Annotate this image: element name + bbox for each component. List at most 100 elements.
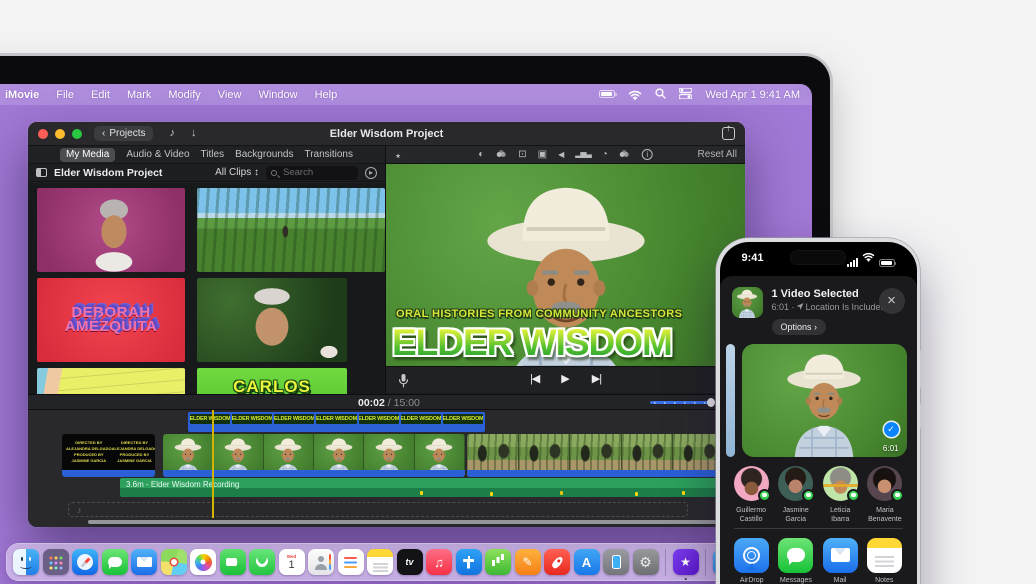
color-correction-icon[interactable]: [495, 150, 507, 159]
dock-safari-icon[interactable]: [72, 549, 98, 575]
clip-thumbnail-title-carlos[interactable]: CARLOS PLASCENCIA: [197, 368, 347, 394]
timeline-horizontal-scrollbar[interactable]: [88, 520, 716, 524]
share-notes[interactable]: Notes: [862, 538, 906, 584]
sidebar-toggle-icon[interactable]: [36, 168, 47, 177]
clip-thumbnail-elder-woman[interactable]: [197, 278, 347, 362]
dock-reminders-icon[interactable]: [338, 549, 364, 575]
dock-rocket-app-icon[interactable]: [544, 549, 570, 575]
share-airdrop[interactable]: AirDrop: [730, 538, 774, 584]
volume-icon[interactable]: [558, 148, 564, 161]
battery-icon[interactable]: [599, 89, 615, 101]
clips-filter-dropdown[interactable]: All Clips: [215, 167, 259, 178]
back-to-projects-button[interactable]: Projects: [94, 126, 153, 141]
dock-finder-icon[interactable]: [13, 549, 39, 575]
zoom-window-button[interactable]: [72, 129, 82, 139]
video-clip-farm[interactable]: [467, 434, 725, 477]
clip-thumbnail-title-deborah[interactable]: DEBORAH AMÉZQUITA: [37, 278, 185, 362]
menu-view[interactable]: View: [218, 89, 242, 101]
app-label: Notes: [875, 577, 893, 584]
dock-notes-icon[interactable]: [367, 549, 393, 575]
stabilization-icon[interactable]: [538, 148, 547, 161]
search-field[interactable]: [266, 166, 358, 180]
dock-messages-icon[interactable]: [102, 549, 128, 575]
dock-calendar-icon[interactable]: Wed1: [279, 549, 305, 575]
tab-backgrounds[interactable]: Backgrounds: [235, 149, 293, 160]
info-icon[interactable]: [642, 149, 653, 160]
share-messages[interactable]: Messages: [774, 538, 818, 584]
clip-thumbnail-woman-portrait[interactable]: [37, 188, 185, 272]
dock-launchpad-icon[interactable]: [43, 549, 69, 575]
dock-music-icon[interactable]: [426, 549, 452, 575]
filmstrip-toggle-icon[interactable]: [365, 167, 377, 179]
menu-modify[interactable]: Modify: [168, 89, 200, 101]
enhance-wand-icon[interactable]: [394, 148, 402, 164]
color-balance-icon[interactable]: [478, 148, 484, 161]
crop-icon[interactable]: [518, 148, 526, 161]
dock-phone-icon[interactable]: [249, 549, 275, 575]
reset-all-button[interactable]: Reset All: [698, 149, 737, 160]
dock-mail-icon[interactable]: [131, 549, 157, 575]
traffic-lights: [38, 129, 82, 139]
dock-pages-icon[interactable]: [515, 549, 541, 575]
marketing-scene: iMovie File Edit Mark Modify View Window…: [0, 0, 1036, 584]
previous-frame-button[interactable]: [530, 372, 539, 385]
dock-maps-icon[interactable]: [161, 549, 187, 575]
menu-file[interactable]: File: [56, 89, 74, 101]
dock-contacts-icon[interactable]: [308, 549, 334, 575]
dock-system-settings-icon[interactable]: [633, 549, 659, 575]
dock-keynote-icon[interactable]: [456, 549, 482, 575]
dock-numbers-icon[interactable]: [485, 549, 511, 575]
dock-facetime-icon[interactable]: [220, 549, 246, 575]
title-clip-elder-wisdom[interactable]: ELDER WISDOM ELDER WISDOM ELDER WISDOM E…: [188, 412, 485, 432]
timeline-zoom-slider[interactable]: [650, 401, 712, 404]
menu-window[interactable]: Window: [258, 89, 297, 101]
share-icon[interactable]: [722, 127, 735, 140]
share-mail[interactable]: Mail: [818, 538, 862, 584]
speed-icon[interactable]: [602, 148, 608, 161]
share-person-jasmine[interactable]: JasmineGarcia: [775, 466, 817, 525]
clip-filter-icon[interactable]: [619, 150, 631, 159]
tab-audio-video[interactable]: Audio & Video: [126, 149, 189, 160]
menu-help[interactable]: Help: [315, 89, 338, 101]
video-clip-elder-man[interactable]: [163, 434, 465, 477]
dock-app-store-icon[interactable]: A: [574, 549, 600, 575]
tab-my-media[interactable]: My Media: [60, 148, 115, 162]
menu-mark[interactable]: Mark: [127, 89, 151, 101]
play-button[interactable]: [561, 372, 569, 385]
clip-thumbnail-farm-field[interactable]: [197, 188, 385, 272]
clip-thumbnail-map[interactable]: UNITED STATES: [37, 368, 185, 394]
options-button[interactable]: Options: [772, 319, 827, 335]
share-person-maria[interactable]: MariaBenavente: [864, 466, 906, 525]
dock-apple-tv-icon[interactable]: tv: [397, 549, 423, 575]
share-person-guillermo[interactable]: GuillermoCastillo: [730, 466, 772, 525]
audio-clip[interactable]: 3.6m - Elder Wisdom Recording: [120, 478, 725, 497]
dock-iphone-mirroring-icon[interactable]: [603, 549, 629, 575]
search-input[interactable]: [281, 166, 351, 179]
dock-photos-icon[interactable]: [190, 549, 216, 575]
close-share-sheet-button[interactable]: [879, 288, 905, 314]
adjacent-photo-sliver[interactable]: [726, 344, 735, 457]
search-icon[interactable]: [655, 88, 666, 102]
media-import-icon[interactable]: [169, 128, 175, 139]
next-frame-button[interactable]: [592, 372, 601, 385]
tab-transitions[interactable]: Transitions: [304, 149, 353, 160]
minimize-window-button[interactable]: [55, 129, 65, 139]
menu-bar-clock[interactable]: Wed Apr 1 9:41 AM: [705, 89, 800, 101]
playhead[interactable]: [212, 410, 214, 518]
menu-imovie[interactable]: iMovie: [5, 89, 39, 101]
video-preview[interactable]: ORAL HISTORIES FROM COMMUNITY ANCESTORS …: [386, 164, 745, 366]
control-center-icon[interactable]: [679, 88, 692, 102]
dock-imovie-icon[interactable]: [673, 549, 699, 575]
background-music-well[interactable]: [68, 502, 688, 517]
window-titlebar: Projects Elder Wisdom Project: [28, 122, 745, 146]
tab-titles[interactable]: Titles: [201, 149, 225, 160]
share-person-leticia[interactable]: LeticiaIbarra: [819, 466, 861, 525]
noise-eq-icon[interactable]: [575, 149, 590, 159]
voiceover-mic-icon[interactable]: [398, 373, 409, 388]
menu-edit[interactable]: Edit: [91, 89, 110, 101]
credits-clip[interactable]: DIRECTED BYALEJANDRA DELGADOPRODUCED BYJ…: [62, 434, 155, 477]
close-window-button[interactable]: [38, 129, 48, 139]
selected-video-thumbnail[interactable]: ✓ 6:01: [742, 344, 907, 457]
download-arrow-icon[interactable]: [191, 128, 197, 139]
wifi-icon[interactable]: [628, 90, 642, 100]
